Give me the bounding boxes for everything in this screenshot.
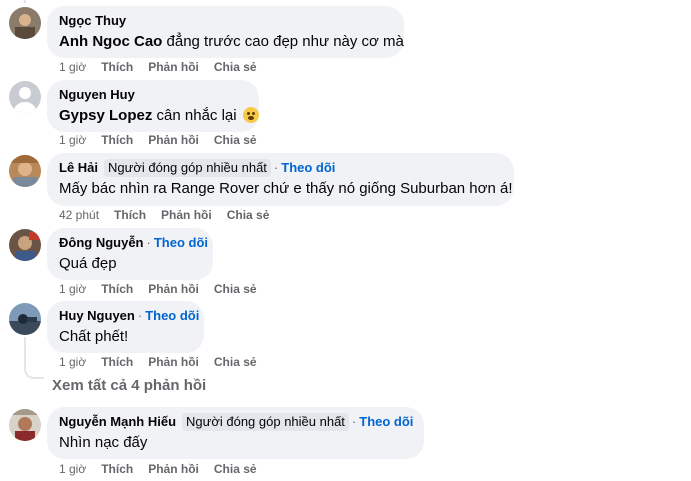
reply-button[interactable]: Phản hồi	[148, 133, 199, 147]
like-button[interactable]: Thích	[101, 355, 133, 369]
comment-actions: 1 giờ Thích Phản hồi Chia sẻ	[59, 60, 272, 74]
like-button[interactable]: Thích	[101, 60, 133, 74]
comment-text: Quá đẹp	[59, 255, 117, 272]
comment-bubble: Nguyễn Mạnh Hiếu Người đóng góp nhiều nh…	[47, 407, 424, 459]
comment-text: Gypsy Lopez cân nhắc lại	[59, 106, 259, 126]
commenter-name[interactable]: Lê Hải	[59, 160, 98, 176]
commenter-name[interactable]: Huy Nguyen	[59, 308, 135, 324]
comment-text: Anh Ngoc Cao đẳng trước cao đẹp như này …	[59, 32, 404, 52]
top-contributor-badge[interactable]: Người đóng góp nhiều nhất	[182, 413, 349, 431]
timestamp[interactable]: 1 giờ	[59, 282, 86, 296]
commenter-name[interactable]: Nguyễn Mạnh Hiếu	[59, 414, 176, 430]
share-button[interactable]: Chia sẻ	[214, 133, 257, 147]
comment-actions: 42 phút Thích Phản hồi Chia sẻ	[59, 208, 284, 222]
mention-link[interactable]: Anh Ngoc Cao	[59, 33, 162, 50]
like-button[interactable]: Thích	[101, 133, 133, 147]
separator-dot: ·	[146, 235, 151, 250]
comment-bubble: Nguyen Huy Gypsy Lopez cân nhắc lại	[47, 80, 259, 132]
view-all-replies-link[interactable]: Xem tất cả 4 phản hồi	[52, 377, 206, 394]
avatar[interactable]	[9, 409, 41, 441]
commenter-name[interactable]: Đông Nguyễn	[59, 235, 144, 251]
follow-link[interactable]: Theo dõi	[359, 414, 413, 430]
reply-button[interactable]: Phản hồi	[148, 282, 199, 296]
follow-link[interactable]: Theo dõi	[154, 235, 208, 251]
comment-bubble: Đông Nguyễn · Theo dõi Quá đẹp	[47, 228, 213, 280]
separator-dot: ·	[351, 414, 357, 429]
separator-dot: ·	[137, 308, 143, 323]
reply-button[interactable]: Phản hồi	[161, 208, 212, 222]
reply-button[interactable]: Phản hồi	[148, 462, 199, 476]
timestamp[interactable]: 1 giờ	[59, 60, 86, 74]
reply-button[interactable]: Phản hồi	[148, 60, 199, 74]
like-button[interactable]: Thích	[101, 282, 133, 296]
avatar[interactable]	[9, 229, 41, 261]
comment-actions: 1 giờ Thích Phản hồi Chia sẻ	[59, 282, 272, 296]
share-button[interactable]: Chia sẻ	[214, 282, 257, 296]
timestamp[interactable]: 1 giờ	[59, 133, 86, 147]
timestamp[interactable]: 1 giờ	[59, 355, 86, 369]
timestamp[interactable]: 1 giờ	[59, 462, 86, 476]
top-contributor-badge[interactable]: Người đóng góp nhiều nhất	[104, 159, 271, 177]
reply-button[interactable]: Phản hồi	[148, 355, 199, 369]
comment-actions: 1 giờ Thích Phản hồi Chia sẻ	[59, 355, 272, 369]
grimace-emoji-icon	[242, 107, 259, 123]
comment-text: Chất phết!	[59, 328, 129, 345]
like-button[interactable]: Thích	[114, 208, 146, 222]
avatar[interactable]	[9, 303, 41, 335]
commenter-name[interactable]: Nguyen Huy	[59, 87, 135, 103]
share-button[interactable]: Chia sẻ	[214, 462, 257, 476]
timestamp[interactable]: 42 phút	[59, 208, 99, 222]
comment-actions: 1 giờ Thích Phản hồi Chia sẻ	[59, 462, 272, 476]
comment-actions: 1 giờ Thích Phản hồi Chia sẻ	[59, 133, 272, 147]
share-button[interactable]: Chia sẻ	[214, 355, 257, 369]
comment-bubble: Ngọc Thuy Anh Ngoc Cao đẳng trước cao đẹ…	[47, 6, 404, 58]
comment-text: Nhìn nạc đấy	[59, 434, 148, 451]
commenter-name[interactable]: Ngọc Thuy	[59, 13, 126, 29]
like-button[interactable]: Thích	[101, 462, 133, 476]
comment-bubble: Huy Nguyen · Theo dõi Chất phết!	[47, 301, 204, 353]
comment-body: đẳng trước cao đẹp như này cơ mà	[162, 33, 404, 50]
thread-connector	[24, 337, 44, 379]
comment-body: cân nhắc lại	[152, 107, 241, 124]
follow-link[interactable]: Theo dõi	[145, 308, 199, 324]
avatar[interactable]	[9, 7, 41, 39]
share-button[interactable]: Chia sẻ	[227, 208, 270, 222]
follow-link[interactable]: Theo dõi	[281, 160, 335, 176]
separator-dot: ·	[273, 160, 279, 175]
comment-bubble: Lê Hải Người đóng góp nhiều nhất · Theo …	[47, 153, 514, 206]
avatar[interactable]	[9, 155, 41, 187]
comment-text: Mấy bác nhìn ra Range Rover chứ e thấy n…	[59, 180, 513, 197]
share-button[interactable]: Chia sẻ	[214, 60, 257, 74]
avatar[interactable]	[9, 81, 41, 113]
mention-link[interactable]: Gypsy Lopez	[59, 107, 152, 124]
thread-connector-top	[24, 0, 26, 3]
